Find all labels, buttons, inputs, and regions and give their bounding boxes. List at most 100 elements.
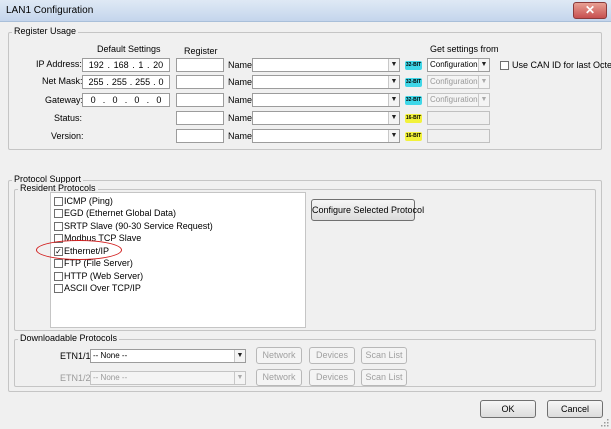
bit-width-badge: 32-BIT [405,96,422,105]
ip-dot: . [146,95,150,105]
ip-dot: . [146,60,150,70]
select-value: -- None -- [93,351,128,360]
bit-width-badge: 16-BIT [405,114,422,123]
protocol-checkbox[interactable] [54,272,63,281]
gateway-register-input[interactable] [176,93,224,107]
status-label: Status: [54,113,83,123]
ip-octet: 0 [156,95,162,105]
protocol-checkbox[interactable] [54,259,63,268]
ip-octet: 0 [158,77,164,87]
network-button[interactable]: Network [256,369,302,386]
version-source-field [427,129,490,143]
title-bar: LAN1 Configuration ✕ [0,0,611,22]
gateway-field[interactable]: 0. 0. 0. 0 [82,93,170,107]
net-mask-register-input[interactable] [176,75,224,89]
protocol-checkbox[interactable] [54,197,63,206]
name-label: Name: [228,113,255,123]
source-value: Configuration [430,77,478,86]
ip-dot: . [129,77,133,87]
chevron-down-icon: ▼ [234,372,245,384]
net-mask-name-select[interactable]: ▼ [252,75,400,89]
protocol-checkbox[interactable] [54,209,63,218]
register-header: Register [184,46,218,56]
version-register-input[interactable] [176,129,224,143]
etn1-1-select[interactable]: -- None -- ▼ [90,349,246,363]
ip-address-field[interactable]: 192. 168. 1. 20 [82,58,170,72]
default-settings-header: Default Settings [97,44,161,54]
chevron-down-icon: ▼ [478,76,489,88]
ip-octet: 1 [138,60,144,70]
resident-protocols-list[interactable]: ICMP (Ping) EGD (Ethernet Global Data) S… [50,192,306,328]
status-register-input[interactable] [176,111,224,125]
configure-protocol-button[interactable]: Configure Selected Protocol [311,199,424,221]
chevron-down-icon: ▼ [388,130,399,142]
ip-octet: 0 [112,95,118,105]
scan-list-button[interactable]: Scan List [361,347,407,364]
status-name-select[interactable]: ▼ [252,111,400,125]
register-usage-label: Register Usage [12,26,79,36]
chevron-down-icon: ▼ [234,350,245,362]
ip-octet: 20 [153,60,164,70]
ip-address-register-input[interactable] [176,58,224,72]
version-name-select[interactable]: ▼ [252,129,400,143]
net-mask-field[interactable]: 255. 255. 255. 0 [82,75,170,89]
network-button[interactable]: Network [256,347,302,364]
name-label: Name: [228,60,255,70]
devices-button[interactable]: Devices [309,369,355,386]
ip-dot: . [124,95,128,105]
scan-list-button[interactable]: Scan List [361,369,407,386]
ip-address-name-select[interactable]: ▼ [252,58,400,72]
chevron-down-icon: ▼ [478,94,489,106]
ip-address-source-select[interactable]: Configuration ▼ [427,58,490,72]
ip-octet: 192 [88,60,104,70]
devices-button[interactable]: Devices [309,347,355,364]
gateway-label: Gateway: [45,95,84,105]
chevron-down-icon: ▼ [388,94,399,106]
resize-grip-icon[interactable] [599,417,609,427]
ok-button[interactable]: OK [480,400,536,418]
ip-octet: 255 [111,77,127,87]
ip-dot: . [107,60,110,70]
use-can-id-checkbox[interactable] [500,61,509,70]
bit-width-badge: 16-BIT [405,132,422,141]
protocol-label: SRTP Slave (90-30 Service Request) [64,221,213,231]
ip-dot: . [132,60,135,70]
protocol-label: ICMP (Ping) [64,196,113,206]
source-value: Configuration [430,95,478,104]
chevron-down-icon: ▼ [388,112,399,124]
ip-octet: 0 [134,95,140,105]
protocol-checkbox[interactable] [54,284,63,293]
highlight-ellipse [36,240,122,260]
etn1-1-label: ETN1/1 [60,351,91,361]
protocol-label: EGD (Ethernet Global Data) [64,208,177,218]
net-mask-source-select[interactable]: Configuration ▼ [427,75,490,89]
name-label: Name: [228,95,255,105]
ip-octet: 0 [90,95,96,105]
chevron-down-icon: ▼ [478,59,489,71]
status-source-field [427,111,490,125]
gateway-source-select[interactable]: Configuration ▼ [427,93,490,107]
close-icon[interactable]: ✕ [573,2,607,19]
gateway-name-select[interactable]: ▼ [252,93,400,107]
cancel-button[interactable]: Cancel [547,400,603,418]
use-can-id-label: Use CAN ID for last Octet [512,60,611,70]
ip-octet: 168 [113,60,129,70]
net-mask-label: Net Mask: [42,76,83,86]
name-label: Name: [228,77,255,87]
bit-width-badge: 32-BIT [405,78,422,87]
window-title: LAN1 Configuration [6,5,94,16]
ip-dot: . [102,95,106,105]
name-label: Name: [228,131,255,141]
downloadable-protocols-label: Downloadable Protocols [18,333,120,343]
etn1-2-select[interactable]: -- None -- ▼ [90,371,246,385]
ip-dot: . [106,77,109,87]
chevron-down-icon: ▼ [388,59,399,71]
protocol-label: ASCII Over TCP/IP [64,283,141,293]
ip-octet: 255 [135,77,151,87]
chevron-down-icon: ▼ [388,76,399,88]
ip-octet: 255 [88,77,104,87]
protocol-label: HTTP (Web Server) [64,271,144,281]
protocol-checkbox[interactable] [54,222,63,231]
source-value: Configuration [430,60,478,69]
version-label: Version: [51,131,84,141]
